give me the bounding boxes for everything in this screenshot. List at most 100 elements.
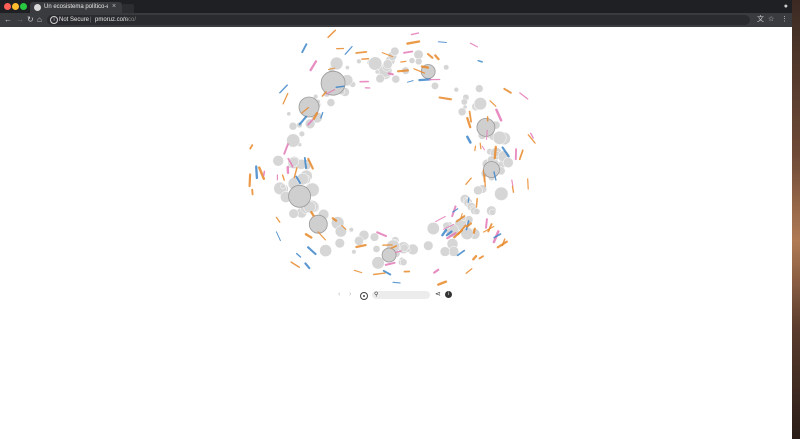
reload-button[interactable]: ↻ xyxy=(27,14,34,26)
network-node[interactable] xyxy=(354,235,364,246)
network-link xyxy=(479,142,482,150)
network-link xyxy=(469,42,479,48)
network-node[interactable] xyxy=(334,238,345,249)
network-node[interactable] xyxy=(304,118,316,129)
network-node[interactable] xyxy=(280,183,286,190)
network-node[interactable] xyxy=(369,232,380,242)
network-link xyxy=(410,32,420,36)
forward-button[interactable]: → xyxy=(16,14,24,26)
previous-button[interactable]: ‹ xyxy=(338,290,340,300)
address-bar[interactable]: i Not Secure | pmoruz.com /eco/ xyxy=(47,15,750,25)
network-link xyxy=(495,108,503,122)
ecosystem-network-visualization[interactable] xyxy=(0,27,792,439)
network-node[interactable] xyxy=(431,81,439,90)
network-node[interactable] xyxy=(298,130,305,137)
network-link xyxy=(248,173,252,188)
maximize-window-icon[interactable] xyxy=(20,3,27,10)
network-node[interactable] xyxy=(399,258,408,266)
search-input[interactable] xyxy=(381,291,428,299)
network-node[interactable] xyxy=(494,186,509,201)
search-box: ⚲ xyxy=(372,291,430,299)
network-node[interactable] xyxy=(368,56,383,71)
next-button[interactable]: › xyxy=(349,290,351,300)
share-icon[interactable]: ⋖ xyxy=(435,290,441,300)
network-node[interactable] xyxy=(443,64,450,71)
security-label: Not Secure xyxy=(59,17,90,23)
network-node[interactable] xyxy=(439,246,451,257)
network-link xyxy=(275,231,281,242)
network-link xyxy=(309,60,318,72)
network-node[interactable] xyxy=(334,225,347,238)
network-hub-node[interactable] xyxy=(308,214,328,234)
network-node[interactable] xyxy=(345,65,350,70)
network-node[interactable] xyxy=(371,256,385,270)
person-icon[interactable]: ● xyxy=(784,2,788,11)
network-link xyxy=(304,262,311,270)
network-node[interactable] xyxy=(391,74,401,84)
new-tab-button[interactable] xyxy=(122,4,134,13)
network-link xyxy=(438,96,452,101)
network-node[interactable] xyxy=(473,97,487,111)
network-node[interactable] xyxy=(423,240,434,251)
bookmark-star-icon[interactable]: ☆ xyxy=(768,15,774,25)
network-node[interactable] xyxy=(492,130,507,145)
network-node[interactable] xyxy=(453,87,459,93)
network-link xyxy=(418,78,432,82)
translate-icon[interactable]: 文 xyxy=(757,15,764,25)
network-link xyxy=(466,116,472,129)
network-node[interactable] xyxy=(374,69,380,75)
network-link xyxy=(420,65,430,69)
network-node[interactable] xyxy=(460,98,468,106)
network-link xyxy=(527,178,529,190)
network-node[interactable] xyxy=(457,107,467,117)
network-link xyxy=(433,268,440,274)
network-node[interactable] xyxy=(408,57,416,64)
home-button[interactable]: ⌂ xyxy=(37,14,42,26)
network-node[interactable] xyxy=(348,227,354,233)
network-link xyxy=(327,29,337,39)
network-link xyxy=(290,261,301,268)
network-link xyxy=(518,149,524,161)
browser-menu-icon[interactable]: ⋮ xyxy=(781,15,788,25)
network-node[interactable] xyxy=(319,244,332,257)
network-hub-node[interactable] xyxy=(476,118,496,137)
network-link xyxy=(489,100,497,107)
network-node[interactable] xyxy=(390,46,400,56)
network-link xyxy=(317,231,326,241)
network-node[interactable] xyxy=(329,56,344,71)
back-button[interactable]: ← xyxy=(4,14,12,26)
info-icon[interactable]: i xyxy=(50,16,58,24)
network-node[interactable] xyxy=(415,57,423,66)
network-node[interactable] xyxy=(502,157,514,168)
network-node[interactable] xyxy=(382,59,393,70)
network-hub-node[interactable] xyxy=(381,247,397,263)
network-hub-node[interactable] xyxy=(320,70,346,96)
network-node[interactable] xyxy=(489,208,496,216)
network-link xyxy=(384,261,396,266)
search-icon: ⚲ xyxy=(374,292,379,298)
network-link xyxy=(397,69,409,73)
minimize-window-icon[interactable] xyxy=(12,3,19,10)
network-hub-node[interactable] xyxy=(483,161,500,178)
network-node[interactable] xyxy=(475,84,484,93)
network-node[interactable] xyxy=(372,245,381,253)
network-node[interactable] xyxy=(326,98,336,107)
network-node[interactable] xyxy=(351,249,357,255)
network-node[interactable] xyxy=(375,74,385,84)
network-node[interactable] xyxy=(473,185,483,196)
target-icon[interactable] xyxy=(360,292,368,300)
network-node[interactable] xyxy=(272,155,284,167)
network-node[interactable] xyxy=(473,208,481,215)
info-icon[interactable]: i xyxy=(445,291,452,298)
tab-active[interactable]: Un ecosistema político-emp × xyxy=(30,2,122,13)
network-node[interactable] xyxy=(356,58,362,64)
network-node[interactable] xyxy=(286,111,292,117)
network-hub-node[interactable] xyxy=(288,184,312,208)
browser-toolbar: ← → ↻ ⌂ i Not Secure | pmoruz.com /eco/ … xyxy=(0,13,792,27)
network-node[interactable] xyxy=(288,121,298,131)
close-window-icon[interactable] xyxy=(4,3,11,10)
network-node[interactable] xyxy=(288,208,299,219)
tab-close-icon[interactable]: × xyxy=(112,2,116,12)
network-node[interactable] xyxy=(426,222,440,235)
network-link xyxy=(441,228,448,237)
